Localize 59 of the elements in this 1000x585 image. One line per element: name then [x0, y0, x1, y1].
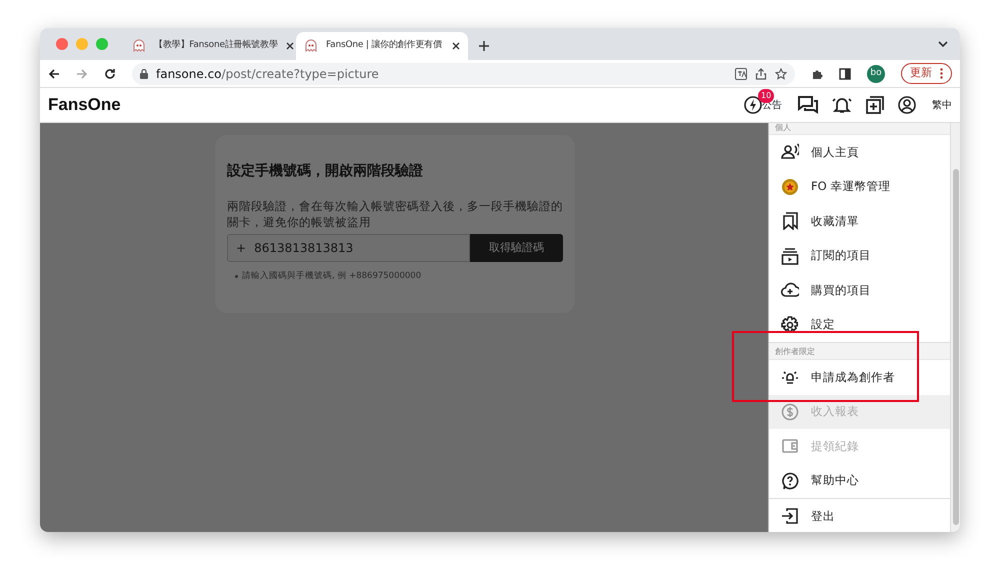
- sidebar-icon[interactable]: [839, 68, 851, 80]
- puzzle-icon[interactable]: [811, 68, 823, 80]
- notification-count: 10: [758, 89, 774, 103]
- tab-title: FansOne | 讓你的創作更有價: [326, 39, 443, 52]
- lightning-icon[interactable]: [744, 96, 762, 114]
- help-icon: [781, 472, 799, 490]
- dollar-icon: [781, 402, 799, 421]
- menu-item[interactable]: 收藏清單: [769, 204, 950, 238]
- kebab-icon: [940, 68, 943, 79]
- ghost-icon: [304, 39, 318, 53]
- site-logo[interactable]: FansOne: [48, 92, 121, 118]
- language-button[interactable]: 繁中: [932, 98, 952, 112]
- coin-icon: [781, 178, 799, 196]
- bullet-icon: [235, 274, 238, 278]
- close-icon[interactable]: [452, 42, 460, 50]
- menu-item[interactable]: 幫助中心: [769, 464, 950, 498]
- address-bar[interactable]: fansone.co/post/create?type=picture: [132, 62, 795, 84]
- lock-icon: [140, 68, 148, 78]
- url-text: fansone.co/post/create?type=picture: [156, 66, 380, 82]
- phone-field[interactable]: + 8613813813813: [227, 234, 470, 262]
- dialog-title: 設定手機號碼，開啟兩階段驗證: [227, 162, 424, 181]
- menu-item[interactable]: 設定: [769, 308, 950, 342]
- plus-icon[interactable]: [478, 40, 490, 52]
- profile-avatar[interactable]: bo: [867, 64, 885, 82]
- browser-tab[interactable]: FansOne | 讓你的創作更有價: [296, 32, 468, 60]
- close-icon[interactable]: [286, 42, 294, 50]
- ghost-icon: [132, 39, 146, 53]
- menu-item[interactable]: 訂閱的項目: [769, 238, 950, 273]
- menu-item[interactable]: 購買的項目: [769, 273, 950, 308]
- menu-item[interactable]: 申請成為創作者: [769, 360, 950, 394]
- cloud-plus-icon: [781, 281, 799, 300]
- settings-icon: [781, 316, 799, 334]
- plus-square-icon[interactable]: [866, 96, 884, 114]
- wallet-icon: [781, 437, 799, 456]
- star-icon[interactable]: [775, 68, 787, 80]
- user-wave-icon: [781, 143, 799, 162]
- section-heading: 創作者限定: [769, 343, 950, 360]
- tab-title: 【教學】Fansone註冊帳號教學: [154, 39, 278, 52]
- menu-item[interactable]: 登出: [769, 499, 950, 532]
- chevron-down-icon[interactable]: [938, 40, 948, 48]
- get-code-button[interactable]: 取得驗證碼: [470, 234, 563, 262]
- menu-item[interactable]: FO 幸運幣管理: [769, 170, 950, 204]
- bookmarks-icon: [781, 212, 799, 230]
- play-stack-icon: [781, 246, 799, 265]
- chat-icon[interactable]: [798, 96, 818, 114]
- translate-icon[interactable]: [735, 68, 747, 80]
- back-arrow-icon[interactable]: [48, 68, 60, 80]
- dialog-description: 兩階段驗證，會在每次輸入帳號密碼登入後，多一段手機驗證的關卡，避免你的帳號被盜用: [227, 198, 563, 230]
- share-icon[interactable]: [755, 68, 767, 80]
- reload-icon[interactable]: [104, 68, 116, 80]
- browser-tab[interactable]: 【教學】Fansone註冊帳號教學: [124, 32, 296, 60]
- section-heading: 個人: [769, 123, 950, 135]
- bell-icon[interactable]: [832, 96, 852, 114]
- menu-item[interactable]: 個人主頁: [769, 135, 950, 170]
- logout-icon: [781, 507, 799, 526]
- update-button[interactable]: 更新: [901, 63, 952, 84]
- user-circle-icon[interactable]: [898, 96, 916, 114]
- scrollbar-thumb[interactable]: [952, 169, 958, 525]
- hint-text: 請輸入國碼與手機號碼, 例 +886975000000: [242, 270, 422, 283]
